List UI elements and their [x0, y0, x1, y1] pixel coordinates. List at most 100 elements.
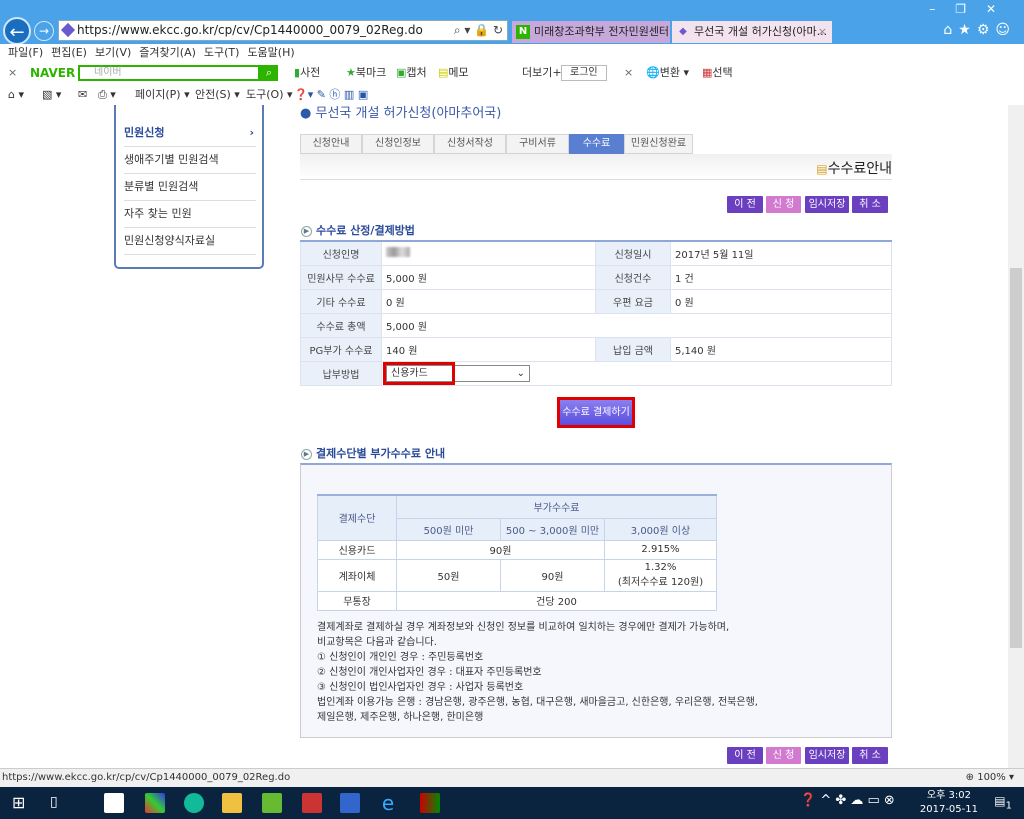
table-row: 결제수단 부가수수료 — [317, 494, 717, 541]
table-row: 무통장 건당 200 — [317, 590, 717, 611]
app-icon[interactable] — [420, 793, 440, 813]
more-button[interactable]: 더보기+ — [522, 62, 562, 84]
close-tab-icon[interactable]: × — [818, 21, 827, 43]
login-button[interactable]: 로그인 — [561, 65, 607, 81]
windows-start-icon[interactable]: ⊞ — [12, 793, 25, 812]
apply-button-bottom[interactable]: 신 청 — [766, 747, 801, 764]
close-toolbar-icon[interactable]: × — [8, 62, 17, 84]
tab-label: 미래창조과학부 전자민원센터... — [534, 25, 670, 38]
table-row: 납부방법 신용카드 ⌄ — [300, 360, 892, 386]
search-lock-refresh-icons[interactable]: ⌕ ▾ 🔒 ↻ — [454, 21, 503, 40]
temp-save-button[interactable]: 임시저장 — [805, 196, 849, 213]
tab-form[interactable]: 신청서작성 — [434, 134, 506, 154]
notification-icon[interactable]: ▤1 — [994, 794, 1012, 811]
dictionary-button[interactable]: ▮사전 — [294, 62, 320, 84]
memo-button[interactable]: ▤메모 — [438, 62, 469, 84]
file-explorer-icon[interactable] — [222, 793, 242, 813]
scrollbar-thumb[interactable] — [1010, 268, 1022, 648]
forward-button[interactable]: → — [34, 21, 54, 41]
menu-help[interactable]: 도움말(H) — [247, 44, 294, 62]
tab-guide[interactable]: 신청안내 — [300, 134, 362, 154]
menu-file[interactable]: 파일(F) — [8, 44, 43, 62]
prev-button-bottom[interactable]: 이 전 — [727, 747, 763, 764]
label: 변환 — [659, 66, 680, 79]
home-icon[interactable]: ⌂ ▾ — [8, 85, 24, 105]
label: 우편 요금 — [595, 288, 671, 314]
sidebar-item-forms[interactable]: 민원신청양식자료실 — [124, 228, 256, 255]
app-icon[interactable] — [340, 793, 360, 813]
apply-button[interactable]: 신 청 — [766, 196, 801, 213]
tab-documents[interactable]: 구비서류 — [506, 134, 569, 154]
prev-button[interactable]: 이 전 — [727, 196, 763, 213]
sidebar-item-lifecycle[interactable]: 생애주기별 민원검색 — [124, 147, 256, 174]
label: 메모 — [448, 66, 469, 79]
site-icon: ◆ — [679, 26, 687, 37]
payment-method-select[interactable]: 신용카드 ⌄ — [383, 361, 530, 385]
table-row: 신용카드 90원 2.915% — [317, 539, 717, 560]
page-menu[interactable]: 페이지(P) ▾ — [135, 85, 190, 105]
menu-tools[interactable]: 도구(T) — [204, 44, 240, 62]
tab-ekcc[interactable]: N 미래창조과학부 전자민원센터... — [512, 21, 670, 43]
menu-edit[interactable]: 편집(E) — [51, 44, 87, 62]
label: 신청인명 — [300, 240, 382, 266]
zoom-control[interactable]: ⊕ 100% ▾ — [966, 769, 1014, 787]
status-url: https://www.ekcc.go.kr/cp/cv/Cp1440000_0… — [2, 772, 291, 783]
naver-search-input[interactable]: 네이버 — [78, 65, 260, 81]
select-icon: ▦ — [702, 66, 713, 79]
menu-favorites[interactable]: 즐겨찾기(A) — [139, 44, 196, 62]
naver-toolbar: × NAVER 네이버 ⌕ ▮사전 ★북마크 ▣캡처 ▤메모 더보기+ 로그인 … — [0, 62, 1024, 84]
home-star-gear-icons[interactable]: ⌂★⚙☺ — [943, 22, 1016, 38]
tab-complete[interactable]: 민원신청완료 — [624, 134, 693, 154]
cancel-button[interactable]: 취 소 — [852, 196, 888, 213]
acrobat-icon[interactable] — [302, 793, 322, 813]
sidebar: 민원신청 › 생애주기별 민원검색 분류별 민원검색 자주 찾는 민원 민원신청양… — [114, 105, 264, 269]
evernote-icon[interactable] — [262, 793, 282, 813]
address-bar[interactable]: https://www.ekcc.go.kr/cp/cv/Cp1440000_0… — [58, 20, 508, 41]
tab-applicant[interactable]: 신청인정보 — [362, 134, 434, 154]
tab-label: 무선국 개설 허가신청(아마... — [694, 25, 828, 38]
store-icon[interactable] — [104, 793, 124, 813]
task-view-icon[interactable]: ▯ — [50, 794, 58, 810]
back-button[interactable]: ← — [3, 17, 31, 45]
window-controls[interactable]: –❐✕ — [929, 2, 1016, 16]
cancel-button-bottom[interactable]: 취 소 — [852, 747, 888, 764]
tools-menu[interactable]: 도구(O) ▾ — [246, 85, 293, 105]
bookmark-button[interactable]: ★북마크 — [346, 62, 386, 84]
sidebar-item-faq[interactable]: 자주 찾는 민원 — [124, 201, 256, 228]
label: 사전 — [300, 66, 321, 79]
site-icon — [60, 22, 76, 38]
capture-button[interactable]: ▣캡처 — [396, 62, 427, 84]
payment-notes: 결제계좌로 결제하실 경우 계좌정보와 신청인 정보를 비교하여 일치하는 경우… — [317, 620, 758, 725]
mail-icon[interactable]: ✉ — [78, 85, 87, 105]
label: 기타 수수료 — [300, 288, 382, 314]
app-icon[interactable] — [184, 793, 204, 813]
naver-logo: NAVER — [30, 66, 76, 80]
app-icon[interactable] — [145, 793, 165, 813]
label: 납입 금액 — [595, 336, 671, 362]
close-icon[interactable]: × — [624, 62, 633, 84]
line: (최저수수료 120원) — [617, 577, 704, 588]
url-text: https://www.ekcc.go.kr/cp/cv/Cp1440000_0… — [77, 23, 423, 37]
rss-icon[interactable]: ▧ ▾ — [42, 85, 61, 105]
tray-icons[interactable]: ❓ ^ ✤ ☁ ▭ ⊗ — [800, 793, 895, 808]
search-icon[interactable]: ⌕ — [260, 65, 278, 81]
select-button[interactable]: ▦선택 — [702, 62, 733, 84]
guide-section-heading: ▶ 결제수단별 부가수수료 안내 — [301, 445, 445, 461]
tab-fee[interactable]: 수수료 — [569, 134, 624, 154]
help-icon[interactable]: ❓▾ ✎ ⓗ ▥ ▣ — [294, 85, 368, 105]
highlight-box — [383, 361, 455, 385]
header: 3,000원 이상 — [604, 517, 717, 541]
internet-explorer-icon[interactable]: e — [378, 793, 398, 813]
heading-text: 수수료 산정/결제방법 — [316, 224, 415, 237]
clock[interactable]: 오후 3:02 2017-05-11 — [920, 789, 978, 817]
translate-button[interactable]: 🌐변환 ▾ — [646, 62, 689, 84]
menu-view[interactable]: 보기(V) — [95, 44, 131, 62]
tab-active[interactable]: ◆ 무선국 개설 허가신청(아마... × — [672, 21, 832, 43]
pay-fee-button[interactable]: 수수료 결제하기 — [557, 397, 635, 428]
safety-menu[interactable]: 안전(S) ▾ — [195, 85, 240, 105]
chevron-right-icon: › — [249, 126, 254, 139]
sidebar-item-category[interactable]: 분류별 민원검색 — [124, 174, 256, 201]
print-icon[interactable]: ⎙ ▾ — [98, 85, 116, 105]
sidebar-item-apply[interactable]: 민원신청 › — [124, 120, 256, 147]
temp-save-button-bottom[interactable]: 임시저장 — [805, 747, 849, 764]
